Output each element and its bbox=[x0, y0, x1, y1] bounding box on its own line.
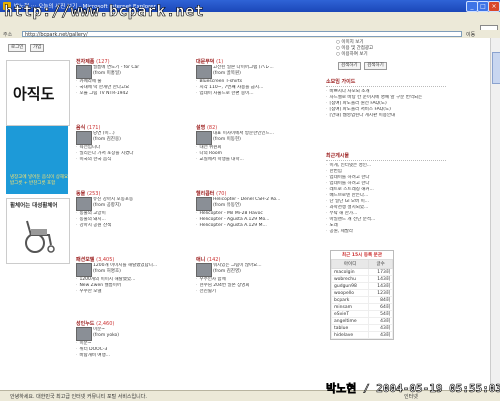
lead-author: (from 이동현) bbox=[213, 136, 241, 142]
lead-author: (from 골목원) bbox=[213, 70, 241, 76]
banner-ad-text: 휠체어는 대성휠체어 bbox=[10, 203, 58, 209]
list-item[interactable]: 선진잃기 bbox=[196, 289, 304, 295]
recent-item[interactable]: 공원, 제발라 bbox=[326, 229, 446, 235]
list-item[interactable]: 바람개비 여행... bbox=[76, 353, 184, 359]
rank-header: 아이디 bbox=[330, 259, 370, 269]
join-button[interactable]: 가입 bbox=[30, 44, 45, 52]
table-row[interactable]: minsam 64회 bbox=[330, 303, 393, 311]
table-row[interactable]: bcpark 84회 bbox=[330, 296, 393, 304]
banner-ad-wheelchair[interactable]: 휠체어는 대성휠체어 bbox=[6, 198, 70, 264]
banner-ad-ajikdo[interactable]: 아직도 bbox=[6, 60, 70, 126]
thumbnail[interactable] bbox=[76, 65, 92, 79]
right-column: ○ 이미지 보기 ○ 이용 및 간접광고 ○ 이용하여 보기 검색하기 검색하기… bbox=[326, 38, 496, 390]
lead-author: (from 허명호) bbox=[93, 268, 121, 274]
page-content: 로그인 가입 아직도 냉장고에 넣어둔 음식이 상해요 밥그릇 + 반찬그릇 포… bbox=[0, 38, 500, 390]
search-button[interactable]: 검색하기 bbox=[338, 62, 361, 70]
category-electronics: 전자제품 (127) 필름에 면도기 - for Car(from 미홍일) 카… bbox=[76, 58, 186, 116]
category-fashion-model: 패션모델 (3,405) 1200개 이미지를 해탈했었답니... (from 허… bbox=[76, 256, 186, 314]
table-row[interactable]: woopello 123회 bbox=[330, 289, 393, 297]
list-item[interactable]: Helicopter - Agusta A.129 M... bbox=[196, 223, 304, 229]
list-item[interactable]: 오늘 그림 TV NTR-1942 bbox=[76, 91, 184, 97]
left-column: 로그인 가입 아직도 냉장고에 넣어둔 음식이 상해요 밥그릇 + 반찬그릇 포… bbox=[4, 38, 70, 390]
list-item[interactable]: 교실에서 학생들 대학... bbox=[196, 157, 304, 163]
category-adult-nude: 성인누드 (2,460) 미분~(from yoko) 미분~ 위터 DOOC-… bbox=[76, 320, 186, 378]
lead-author: (from 김진영) bbox=[213, 268, 241, 274]
wheelchair-icon bbox=[25, 220, 55, 253]
banner-ad-fridge[interactable]: 냉장고에 넣어둔 음식이 상해요 밥그릇 + 반찬그릇 포함 bbox=[6, 126, 68, 194]
lead-title[interactable]: Helicopter - Denel CSH-2 Ro... bbox=[213, 197, 280, 202]
login-button[interactable]: 로그인 bbox=[8, 44, 27, 52]
table-row[interactable]: hidelave 43회 bbox=[330, 331, 393, 339]
rank-header: 글수 bbox=[368, 259, 393, 269]
section-title: 최근게시물 bbox=[326, 152, 446, 161]
category-anime: 애니 (142) 뭐시있는 그림이 많아요...(from 김진영) 우주인사 … bbox=[196, 256, 306, 314]
table-row[interactable]: gudgun98 143회 bbox=[330, 282, 393, 290]
banner-ad-text: 아직도 bbox=[13, 85, 55, 103]
lead-title[interactable]: 유진 강아지 포동포동 bbox=[93, 197, 133, 202]
vertical-scrollbar[interactable] bbox=[490, 38, 500, 390]
lead-author: (from 유동언) bbox=[213, 202, 241, 208]
view-options: ○ 이미지 보기 ○ 이용 및 간접광고 ○ 이용하여 보기 검색하기 검색하기 bbox=[326, 38, 496, 72]
table-row[interactable]: wobrechu 143회 bbox=[330, 275, 393, 283]
thumbnail[interactable] bbox=[76, 197, 92, 211]
lead-author: (from 김진웅) bbox=[93, 136, 121, 142]
address-label: 주소 bbox=[3, 32, 13, 38]
thumbnail[interactable] bbox=[196, 65, 212, 79]
search-button-2[interactable]: 검색하기 bbox=[364, 62, 387, 70]
status-text: 안녕하세요. 대한민국 최고급 인터넷 커뮤니티 포털 서비스입니다. bbox=[10, 394, 147, 400]
recent-posts-section: 최근게시물 이게, 인터넷은 성인... 한번입 업데이를 하려고 한다 업데이… bbox=[326, 152, 446, 235]
ranking-table: 최근 15시 등록 분관 아이디 글수 macolgin 173회 wobrech… bbox=[330, 250, 394, 340]
section-title: 소모임 가이드 bbox=[326, 78, 446, 87]
go-button[interactable]: 이동 bbox=[466, 31, 475, 38]
scrollbar-thumb[interactable] bbox=[492, 52, 500, 84]
thumbnail[interactable] bbox=[76, 263, 92, 277]
category-helicopter: 헬리콥터 (70) Helicopter - Denel CSH-2 Ro...… bbox=[196, 190, 306, 248]
list-item[interactable]: 업데이 사물드로 한편 중이... bbox=[196, 91, 304, 97]
guide-section: 소모임 가이드 바쁘시다 사모되 소개 자드젤로 바탕 칸 운이시에 명예 앞 … bbox=[326, 78, 446, 119]
option-radio[interactable]: ○ 이용하여 보기 bbox=[336, 52, 373, 58]
table-row[interactable]: macolgin 173회 bbox=[330, 268, 393, 276]
table-row[interactable]: eSvieT 54회 bbox=[330, 310, 393, 318]
category-daemun: 대문무덕 (1) 고전된 일본 다이어그램 (ハレ...(from 골목원) B… bbox=[196, 58, 306, 116]
ranking-title: 최근 15시 등록 분관 bbox=[342, 253, 382, 258]
table-row[interactable]: tablue 43회 bbox=[330, 324, 393, 332]
category-seolmyeong: 설명 (82) 대표 미사이에서 방문한인인드...(from 이동현) 대전 … bbox=[196, 124, 306, 182]
lead-title[interactable]: 대표 미사이에서 방문한인인드... bbox=[213, 131, 274, 136]
list-item[interactable]: 미국의 한국 음식 bbox=[76, 157, 184, 163]
lead-title[interactable]: 필름에 면도기 - for Car bbox=[93, 65, 139, 70]
gallery-main: 전자제품 (127) 필름에 면도기 - for Car(from 미홍일) 카… bbox=[72, 38, 300, 390]
thumbnail[interactable] bbox=[76, 131, 92, 145]
lead-author: (from 공항지) bbox=[93, 202, 121, 208]
thumbnail[interactable] bbox=[196, 131, 212, 145]
banner-ad-line: 밥그릇 + 반찬그릇 포함 bbox=[10, 181, 56, 186]
thumbnail[interactable] bbox=[76, 327, 92, 341]
list-item[interactable]: 강아지 공원 산책 bbox=[76, 223, 184, 229]
timestamp-stamp: 박노현 / 2004-05-19 05:55:03 bbox=[326, 382, 500, 396]
thumbnail[interactable] bbox=[196, 263, 212, 277]
watermark-url: http://www.bcpark.net bbox=[4, 2, 205, 21]
lead-author: (from yoko) bbox=[93, 332, 120, 338]
lead-title[interactable]: 1200개 이미지를 해탈했었답니... bbox=[93, 263, 157, 268]
lead-title[interactable]: 뭐시있는 그림이 많아요... bbox=[213, 263, 262, 268]
close-button[interactable]: × bbox=[488, 1, 500, 12]
table-row[interactable]: angeltime 43회 bbox=[330, 317, 393, 325]
guide-item[interactable]: [안내] 웹영업된다 게시판 이용안내 bbox=[326, 113, 446, 119]
lead-title[interactable]: 당연 (이...) bbox=[93, 131, 115, 136]
address-input[interactable]: http://bcpark.net/gallery/ bbox=[22, 31, 462, 38]
category-animals: 동물 (253) 유진 강아지 포동포동(from 공항지) 동물의 고양이 동… bbox=[76, 190, 186, 248]
list-item[interactable]: 우수한 모델 bbox=[76, 289, 184, 295]
lead-title[interactable]: 고전된 일본 다이어그램 (ハレ... bbox=[213, 65, 274, 70]
category-food: 음식 (171) 당연 (이...)(from 김진웅) 육전입니다 밀리는다 … bbox=[76, 124, 186, 182]
lead-title[interactable]: 미분~ bbox=[93, 327, 105, 332]
lead-author: (from 미홍일) bbox=[93, 70, 121, 76]
thumbnail[interactable] bbox=[196, 197, 212, 211]
